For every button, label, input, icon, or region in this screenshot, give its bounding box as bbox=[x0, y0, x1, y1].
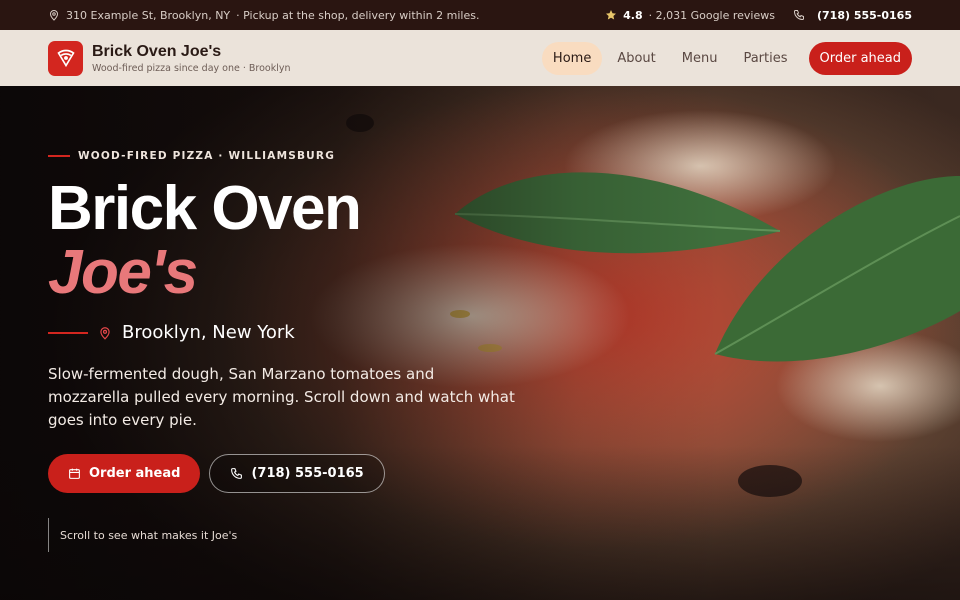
order-ahead-button[interactable]: Order ahead bbox=[48, 454, 201, 493]
top-info-bar: 310 Example St, Brooklyn, NY · Pickup at… bbox=[0, 0, 960, 30]
address-info: 310 Example St, Brooklyn, NY · Pickup at… bbox=[48, 9, 479, 22]
pizza-slice-icon bbox=[56, 49, 75, 68]
phone-link[interactable]: (718) 555-0165 bbox=[817, 9, 912, 22]
site-header: Brick Oven Joe's Wood-fired pizza since … bbox=[0, 30, 960, 86]
call-button[interactable]: (718) 555-0165 bbox=[209, 454, 385, 493]
location-text: Brooklyn, New York bbox=[122, 322, 295, 343]
star-icon bbox=[605, 9, 617, 21]
order-ahead-label: Order ahead bbox=[89, 466, 181, 481]
calendar-icon bbox=[69, 468, 80, 479]
hero-title-line2: Joe's bbox=[48, 238, 198, 307]
phone-icon bbox=[793, 9, 805, 21]
call-button-label: (718) 555-0165 bbox=[251, 466, 364, 481]
address-text: 310 Example St, Brooklyn, NY bbox=[66, 8, 231, 22]
hero-eyebrow: WOOD-FIRED PIZZA · WILLIAMSBURG bbox=[48, 150, 335, 162]
order-ahead-nav-button[interactable]: Order ahead bbox=[808, 41, 912, 75]
eyebrow-divider bbox=[48, 155, 70, 157]
eyebrow-text: WOOD-FIRED PIZZA · WILLIAMSBURG bbox=[78, 150, 336, 162]
map-pin-icon bbox=[98, 326, 112, 340]
hero-section: WOOD-FIRED PIZZA · WILLIAMSBURG Brick Ov… bbox=[0, 86, 960, 600]
location-divider bbox=[48, 331, 88, 334]
rating-value: 4.8 bbox=[623, 8, 643, 22]
brand-name: Brick Oven Joe's bbox=[92, 42, 222, 60]
brand[interactable]: Brick Oven Joe's Wood-fired pizza since … bbox=[92, 43, 291, 74]
contact-info: 4.8 · 2,031 Google reviews (718) 555-016… bbox=[605, 9, 912, 22]
nav-menu[interactable]: Menu bbox=[671, 42, 729, 75]
map-pin-icon bbox=[48, 9, 60, 21]
scroll-hint: Scroll to see what makes it Joe's bbox=[48, 518, 237, 552]
review-count: · 2,031 Google reviews bbox=[648, 8, 775, 22]
nav-parties[interactable]: Parties bbox=[732, 42, 798, 75]
nav-home[interactable]: Home bbox=[541, 41, 603, 75]
phone-icon bbox=[231, 468, 243, 479]
logo[interactable] bbox=[48, 40, 83, 76]
hero-location: Brooklyn, New York bbox=[48, 322, 295, 343]
hero-title-line1: Brick Oven bbox=[48, 174, 362, 243]
pickup-note: · Pickup at the shop, delivery within 2 … bbox=[236, 8, 480, 22]
hero-actions: Order ahead (718) 555-0165 bbox=[48, 454, 385, 493]
nav-about[interactable]: About bbox=[606, 42, 666, 75]
hero-description: Slow-fermented dough, San Marzano tomato… bbox=[48, 365, 515, 429]
main-nav: Home About Menu Parties Order ahead bbox=[541, 41, 912, 75]
brand-tagline: Wood-fired pizza since day one · Brookly… bbox=[92, 62, 291, 74]
